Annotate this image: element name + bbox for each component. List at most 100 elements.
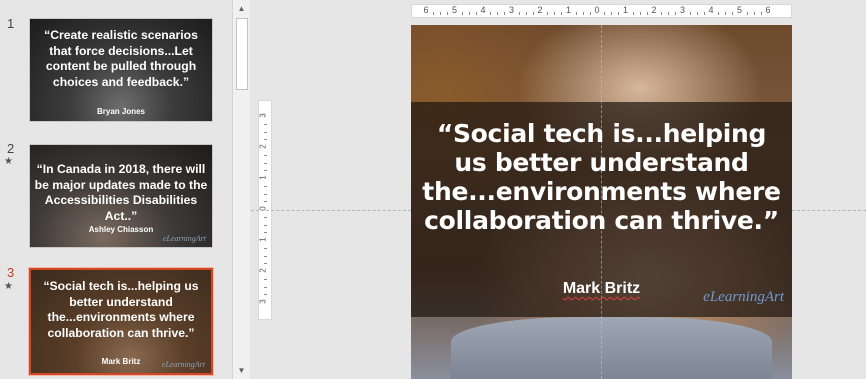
slide-edit-area[interactable]: 6 5 4 3 2 1 0 1 2 3 4 5 6 3 2 1 0 1 2 3 “Social tech is...… bbox=[251, 0, 866, 379]
scroll-up-arrow-icon[interactable]: ▲ bbox=[233, 0, 250, 17]
ruler-tick bbox=[490, 12, 492, 15]
ruler-tick bbox=[689, 12, 691, 15]
ruler-tick bbox=[264, 170, 267, 172]
ruler-label: 5 bbox=[451, 5, 458, 15]
ruler-label: 1 bbox=[565, 5, 572, 15]
ruler-tick bbox=[264, 185, 267, 187]
ruler-tick bbox=[264, 247, 267, 249]
ruler-tick bbox=[468, 12, 470, 15]
ruler-tick bbox=[264, 201, 267, 203]
ruler-label: 2 bbox=[537, 5, 543, 15]
ruler-tick bbox=[264, 216, 267, 218]
ruler-tick bbox=[264, 131, 267, 133]
ruler-tick bbox=[264, 232, 267, 234]
slide-thumbnail-3[interactable]: “Social tech is...helping us better unde… bbox=[29, 268, 213, 375]
transition-star-icon: ★ bbox=[4, 156, 13, 167]
slide-thumbnail-pane: 1 “Create realistic scenarios that force… bbox=[0, 0, 231, 379]
ruler-tick bbox=[518, 12, 520, 15]
thumbnail-author: Bryan Jones bbox=[96, 107, 146, 116]
ruler-tick bbox=[264, 224, 267, 226]
ruler-label: 1 bbox=[258, 237, 268, 242]
ruler-tick bbox=[525, 12, 527, 15]
scroll-down-arrow-icon[interactable]: ▼ bbox=[233, 362, 250, 379]
horizontal-guide bbox=[251, 210, 411, 211]
thumbnail-quote: “Social tech is...helping us better unde… bbox=[43, 279, 199, 340]
slide-thumbnail-2[interactable]: “In Canada in 2018, there will be major … bbox=[29, 144, 213, 248]
thumbnail-author: Ashley Chiasson bbox=[88, 225, 154, 234]
ruler-tick bbox=[554, 12, 556, 15]
slide-quote-text[interactable]: “Social tech is...helping us better unde… bbox=[417, 119, 786, 235]
ruler-tick bbox=[618, 12, 620, 15]
ruler-tick bbox=[604, 12, 606, 15]
thumbnail-quote: “Create realistic scenarios that force d… bbox=[44, 28, 198, 89]
ruler-tick bbox=[264, 263, 267, 265]
horizontal-guide bbox=[792, 210, 866, 211]
ruler-tick bbox=[632, 12, 634, 15]
ruler-label: 4 bbox=[708, 5, 714, 15]
thumbnail-scrollbar[interactable]: ▲ ▼ bbox=[232, 0, 250, 379]
ruler-tick bbox=[433, 12, 435, 15]
ruler-tick bbox=[475, 12, 477, 15]
ruler-tick bbox=[264, 255, 267, 257]
ruler-tick bbox=[675, 12, 677, 15]
slide-number-3: 3 bbox=[7, 265, 15, 280]
thumbnail-logo: eLearningArt bbox=[162, 234, 206, 243]
ruler-label: 4 bbox=[480, 5, 486, 15]
slide-author-name: Mark Britz bbox=[562, 280, 641, 297]
ruler-tick bbox=[611, 12, 613, 15]
slide-logo: eLearningArt bbox=[703, 289, 784, 305]
ruler-tick bbox=[264, 123, 267, 125]
ruler-label: 5 bbox=[736, 5, 743, 15]
ruler-label: 2 bbox=[258, 144, 268, 149]
ruler-tick bbox=[760, 12, 762, 15]
scrollbar-thumb[interactable] bbox=[236, 18, 248, 90]
slide-number-2: 2 bbox=[7, 141, 15, 156]
ruler-tick bbox=[703, 12, 705, 15]
ruler-tick bbox=[589, 12, 591, 15]
ruler-tick bbox=[668, 12, 670, 15]
ruler-tick bbox=[639, 12, 641, 15]
transition-star-icon: ★ bbox=[4, 281, 13, 292]
ruler-tick bbox=[725, 12, 727, 15]
ruler-tick bbox=[264, 294, 267, 296]
ruler-tick bbox=[264, 193, 267, 195]
ruler-tick bbox=[696, 12, 698, 15]
ruler-tick bbox=[532, 12, 534, 15]
ruler-tick bbox=[264, 286, 267, 288]
ruler-tick bbox=[753, 12, 755, 15]
ruler-label: 2 bbox=[258, 268, 268, 273]
ruler-tick bbox=[661, 12, 663, 15]
ruler-tick bbox=[497, 12, 499, 15]
ruler-tick bbox=[646, 12, 648, 15]
ruler-tick bbox=[732, 12, 734, 15]
ruler-tick bbox=[264, 278, 267, 280]
horizontal-ruler: 6 5 4 3 2 1 0 1 2 3 4 5 6 bbox=[411, 4, 792, 18]
main-slide-canvas[interactable]: “Social tech is...helping us better unde… bbox=[411, 25, 792, 379]
ruler-tick bbox=[264, 162, 267, 164]
ruler-tick bbox=[547, 12, 549, 15]
ruler-tick bbox=[718, 12, 720, 15]
ruler-label: 6 bbox=[423, 5, 429, 15]
slide-number-1: 1 bbox=[7, 16, 15, 31]
ruler-tick bbox=[447, 12, 449, 15]
ruler-label: 3 bbox=[508, 5, 515, 15]
ruler-tick bbox=[746, 12, 748, 15]
ruler-label: 0 bbox=[594, 5, 600, 15]
ruler-label: 3 bbox=[258, 299, 268, 304]
ruler-label: 1 bbox=[258, 175, 268, 180]
ruler-label: 3 bbox=[258, 113, 268, 118]
ruler-tick bbox=[561, 12, 563, 15]
ruler-tick bbox=[264, 139, 267, 141]
thumbnail-logo: eLearningArt bbox=[161, 360, 205, 369]
thumbnail-quote: “In Canada in 2018, there will be major … bbox=[34, 162, 208, 223]
ruler-tick bbox=[440, 12, 442, 15]
ruler-label: 6 bbox=[765, 5, 771, 15]
slide-photo-shirt bbox=[451, 317, 772, 379]
ruler-tick bbox=[582, 12, 584, 15]
ruler-tick bbox=[264, 154, 267, 156]
ruler-tick bbox=[575, 12, 577, 15]
slide-thumbnail-1[interactable]: “Create realistic scenarios that force d… bbox=[29, 18, 213, 122]
ruler-label: 1 bbox=[622, 5, 629, 15]
ruler-label: 3 bbox=[679, 5, 686, 15]
ruler-label: 2 bbox=[651, 5, 657, 15]
